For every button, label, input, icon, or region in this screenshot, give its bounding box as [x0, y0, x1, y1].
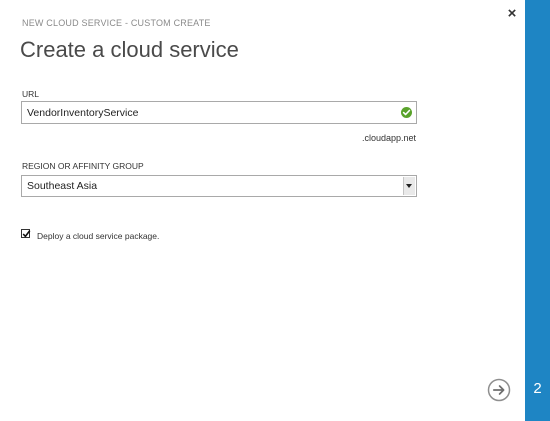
region-select[interactable]: Southeast Asia — [21, 175, 417, 197]
region-label: REGION OR AFFINITY GROUP — [22, 161, 144, 171]
deploy-package-checkbox[interactable] — [21, 229, 31, 238]
domain-suffix: .cloudapp.net — [362, 133, 417, 143]
dialog-subtitle: NEW CLOUD SERVICE - CUSTOM CREATE — [22, 18, 211, 28]
arrow-right-circle-icon[interactable] — [487, 378, 511, 402]
url-field-wrapper — [21, 101, 417, 124]
chevron-down-icon[interactable] — [403, 177, 415, 195]
check-circle-icon — [401, 107, 412, 118]
deploy-package-label: Deploy a cloud service package. — [37, 231, 160, 241]
close-icon[interactable]: × — [505, 5, 519, 23]
checkmark-icon — [22, 230, 31, 238]
url-input[interactable] — [27, 102, 387, 123]
wizard-step-panel — [525, 0, 550, 421]
url-label: URL — [22, 89, 40, 99]
create-cloud-service-dialog: × NEW CLOUD SERVICE - CUSTOM CREATE Crea… — [0, 0, 550, 421]
page-title: Create a cloud service — [20, 37, 239, 62]
region-selected-value: Southeast Asia — [27, 180, 98, 192]
step-number: 2 — [533, 380, 542, 397]
